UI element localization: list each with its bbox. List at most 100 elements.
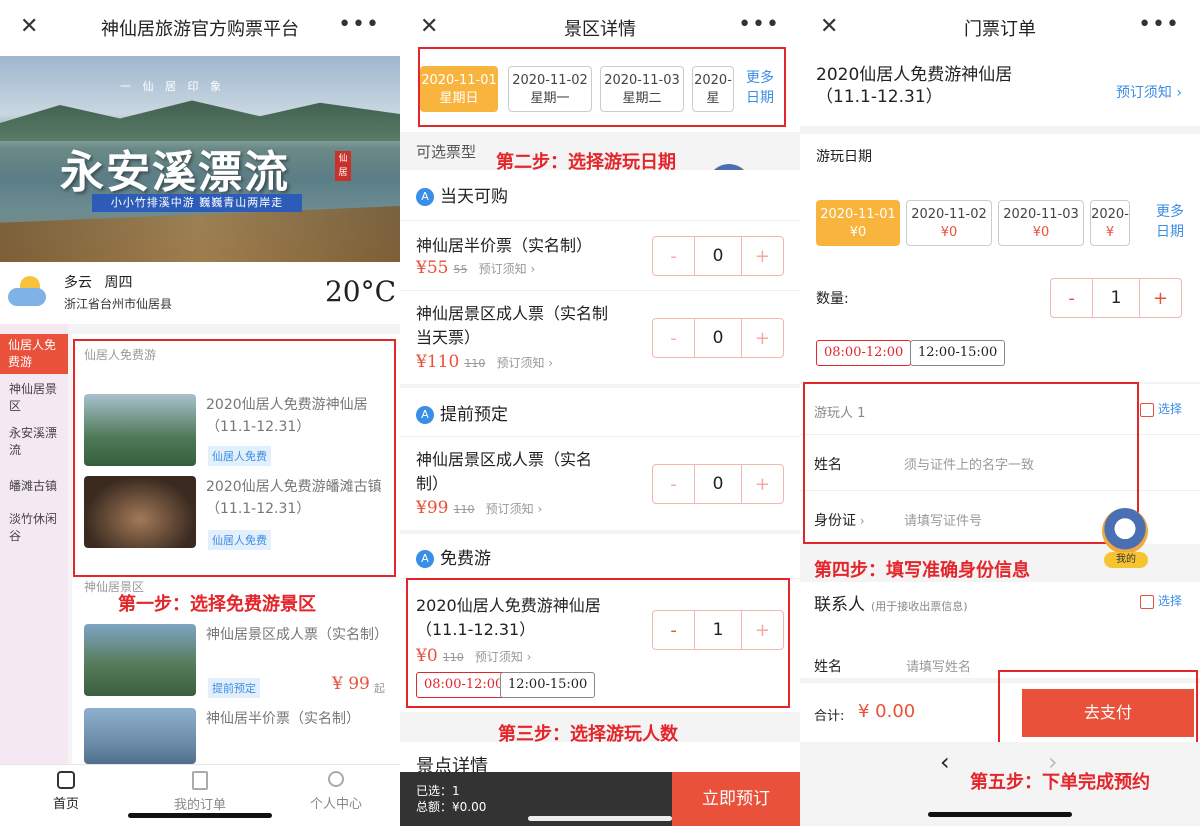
mascot-avatar[interactable]: 我的 [1096,508,1156,568]
ticket1-stepper[interactable]: -0 + [652,236,784,276]
banner-top-text: 一 仙 居 印 象 [120,80,225,93]
contact-card-icon [1139,402,1154,417]
minus-button[interactable]: - [653,237,694,275]
bottom-nav: 首页 我的订单 个人中心 [0,764,400,826]
step4-text: 第四步：填写准确身份信息 [814,560,1030,581]
page-title: 门票订单 [964,19,1036,40]
back-arrow-icon[interactable]: ‹ [940,748,950,776]
date-chip-4[interactable]: 2020- ¥ [1090,200,1130,246]
tag-advance: 提前预定 [208,678,260,698]
banner[interactable]: 一 仙 居 印 象 永安溪漂流 仙居 小小竹排溪中游 巍巍青山两岸走 [0,56,400,262]
item-adult-suffix: 起 [374,682,385,695]
ticket-type-icon: A [416,550,434,568]
nav-home[interactable]: 首页 [30,771,102,812]
product-header: 2020仙居人免费游神仙居 （11.1-12.31） 预订须知 › [800,56,1200,126]
ticket2-notice[interactable]: 预订须知 [496,356,544,370]
more-icon[interactable]: ••• [1138,12,1180,37]
step2-highlight [418,47,786,127]
page-title: 景区详情 [564,19,636,40]
cloud-sun-icon [6,274,48,310]
panel-home: ✕ 神仙居旅游官方购票平台 ••• 一 仙 居 印 象 永安溪漂流 仙居 小小竹… [0,0,400,826]
weather-temp: 20°C [324,275,396,308]
booking-notice-link[interactable]: 预订须知 › [1116,82,1182,102]
ticket3-name: 神仙居景区成人票（实名 制） [416,450,593,493]
minus-button[interactable]: - [653,319,694,357]
nav-profile[interactable]: 个人中心 [296,771,376,812]
ticket3-stepper[interactable]: -0 + [652,464,784,504]
booking-bar: 已选：1 总额：¥0.00 立即预订 [400,772,800,826]
banner-seal: 仙居 [335,151,351,181]
plus-button[interactable]: + [742,319,783,357]
time-slot-afternoon[interactable]: 12:00-15:00 [910,340,1006,366]
minus-button[interactable]: - [653,465,694,503]
category-sidebar: 仙居人免费游 神仙居景区 永安溪漂流 皤滩古镇 淡竹休闲谷 [0,324,68,764]
nav-orders[interactable]: 我的订单 [160,771,240,813]
date-chip-2[interactable]: 2020-11-02 ¥0 [906,200,992,246]
step3-highlight [406,578,790,708]
top-bar: ✕ 门票订单 ••• [800,0,1200,56]
choose-contact-button[interactable]: 选择 [1139,592,1182,609]
weather-location: 浙江省台州市仙居县 [64,297,173,311]
ticket2-name: 神仙居景区成人票（实名制 当天票） [416,304,609,347]
page-title: 神仙居旅游官方购票平台 [101,19,299,40]
plus-button[interactable]: + [1140,279,1181,317]
person-icon [328,771,344,787]
plus-button[interactable]: + [742,237,783,275]
ticket-type-icon: A [416,406,434,424]
contact-section: 联系人 (用于接收出票信息) 选择 姓名 请填写姓名 [800,582,1200,678]
thumb-half[interactable] [84,708,196,764]
weather-condition: 多云 [64,275,92,291]
banner-title: 永安溪漂流 [60,147,290,198]
panel-order: ✕ 门票订单 ••• 2020仙居人免费游神仙居 （11.1-12.31） 预订须… [800,0,1200,826]
sidebar-item-danzhu[interactable]: 淡竹休闲谷 [0,508,68,548]
close-icon[interactable]: ✕ [420,14,438,39]
step4-highlight [803,382,1139,544]
ticket3-notice[interactable]: 预订须知 [486,502,534,516]
item-adult[interactable]: 神仙居景区成人票（实名制） [206,624,388,646]
minus-button[interactable]: - [1051,279,1092,317]
weather-weekday: 周四 [104,275,133,291]
book-now-button[interactable]: 立即预订 [672,772,800,826]
sidebar-item-yongan[interactable]: 永安溪漂流 [0,422,68,462]
sidebar-item-free[interactable]: 仙居人免费游 [0,334,68,374]
close-icon[interactable]: ✕ [20,14,38,39]
more-dates-link[interactable]: 更多日期 [1156,202,1190,242]
item-half[interactable]: 神仙居半价票（实名制） [206,708,386,728]
time-slot-morning[interactable]: 08:00-12:00 [816,340,912,366]
group-advance: A 提前预定 神仙居景区成人票（实名 制） ¥99 110 预订须知 › -0 + [400,388,800,530]
home-indicator [528,816,672,821]
total-value: ¥ 0.00 [858,701,916,722]
sidebar-item-potan[interactable]: 皤滩古镇 [0,474,68,496]
home-indicator [128,813,272,818]
close-icon[interactable]: ✕ [820,14,838,39]
contact-name-input[interactable]: 请填写姓名 [906,656,971,675]
home-icon [57,771,75,789]
plus-button[interactable]: + [742,465,783,503]
date-chip-1[interactable]: 2020-11-01 ¥0 [816,200,900,246]
ticket1-notice[interactable]: 预订须知 [479,262,527,276]
more-icon[interactable]: ••• [738,12,780,37]
qty-section: 数量: -1 + 08:00-12:00 12:00-15:00 [800,270,1200,382]
order-icon [192,771,208,790]
choose-traveler-button[interactable]: 选择 [1139,400,1182,417]
qty-stepper[interactable]: -1 + [1050,278,1182,318]
total-amount: 总额：¥0.00 [416,800,487,814]
more-icon[interactable]: ••• [338,12,380,37]
top-bar: ✕ 神仙居旅游官方购票平台 ••• [0,0,400,56]
ticket1-name: 神仙居半价票（实名制） [416,236,593,255]
contact-card-icon [1139,594,1154,609]
product-name: 2020仙居人免费游神仙居 （11.1-12.31） [816,65,1013,107]
browser-nav: ‹ › 第五步：下单完成预约 [800,742,1200,826]
selected-count: 已选：1 [416,784,460,798]
date-chip-3[interactable]: 2020-11-03 ¥0 [998,200,1084,246]
sidebar-item-shenxianju[interactable]: 神仙居景区 [0,378,68,418]
ticket2-stepper[interactable]: -0 + [652,318,784,358]
step5-text: 第五步：下单完成预约 [970,772,1150,793]
thumb-adult[interactable] [84,624,196,696]
group-today: A 当天可购 神仙居半价票（实名制） ¥55 55 预订须知 › -0 + 神仙居景… [400,170,800,384]
item-adult-price: ¥ 99 [332,674,370,694]
step1-highlight [73,339,396,577]
step5-highlight [998,670,1198,750]
date-section: 游玩日期 2020-11-01 ¥0 2020-11-02 ¥0 2020-11-0… [800,134,1200,270]
weather-card: 多云 周四 浙江省台州市仙居县 20°C [0,262,400,324]
